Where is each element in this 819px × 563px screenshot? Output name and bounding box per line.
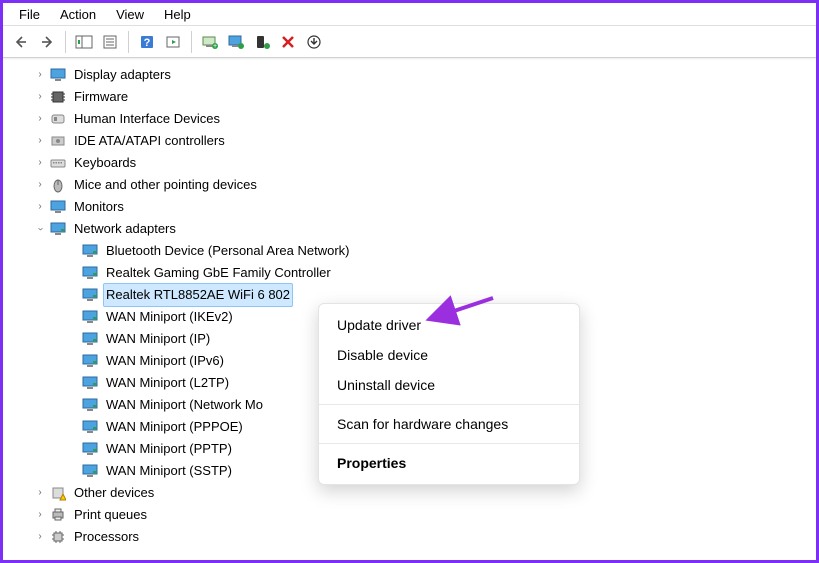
context-divider: [319, 443, 579, 444]
install-legacy-toolbar-button[interactable]: [302, 30, 326, 54]
tree-label: Network adapters: [71, 217, 179, 241]
tree-label: WAN Miniport (PPTP): [103, 437, 235, 461]
help-toolbar-button[interactable]: ?: [135, 30, 159, 54]
action-toolbar-button[interactable]: [161, 30, 185, 54]
tree-label: Display adapters: [71, 63, 174, 87]
chevron-right-icon: ›: [33, 130, 47, 152]
svg-text:?: ?: [144, 37, 151, 49]
tree-item-firmware[interactable]: › Firmware: [9, 86, 816, 108]
tree-item-network-adapters[interactable]: › Network adapters: [9, 218, 816, 240]
network-adapter-icon: [81, 264, 99, 282]
tree-label: WAN Miniport (Network Mo: [103, 393, 266, 417]
context-uninstall-device[interactable]: Uninstall device: [319, 370, 579, 400]
network-adapter-icon: [81, 242, 99, 260]
chevron-down-icon: ›: [29, 222, 51, 236]
network-adapter-icon: [81, 286, 99, 304]
tree-label: Bluetooth Device (Personal Area Network): [103, 239, 353, 263]
network-adapter-icon: [81, 440, 99, 458]
tree-item-ide[interactable]: › IDE ATA/ATAPI controllers: [9, 130, 816, 152]
tree-label: Other devices: [71, 481, 157, 505]
network-adapter-icon: [81, 418, 99, 436]
tree-item-monitors[interactable]: › Monitors: [9, 196, 816, 218]
chevron-right-icon: ›: [33, 64, 47, 86]
chevron-right-icon: ›: [33, 86, 47, 108]
tree-label: Realtek RTL8852AE WiFi 6 802: [103, 283, 293, 307]
show-hide-tree-button[interactable]: [72, 30, 96, 54]
network-icon: [49, 220, 67, 238]
scan-hardware-toolbar-button[interactable]: [224, 30, 248, 54]
network-adapter-icon: [81, 396, 99, 414]
keyboard-icon: [49, 154, 67, 172]
context-scan-hardware[interactable]: Scan for hardware changes: [319, 409, 579, 439]
tree-label: WAN Miniport (IPv6): [103, 349, 227, 373]
tree-label: Firmware: [71, 85, 131, 109]
chevron-right-icon: ›: [33, 504, 47, 526]
monitor-icon: [49, 198, 67, 216]
tree-label: Mice and other pointing devices: [71, 173, 260, 197]
tree-item-mice[interactable]: › Mice and other pointing devices: [9, 174, 816, 196]
chip-icon: [49, 88, 67, 106]
warning-icon: [49, 484, 67, 502]
tree-item-processors[interactable]: › Processors: [9, 526, 816, 548]
tree-label: Human Interface Devices: [71, 107, 223, 131]
context-divider: [319, 404, 579, 405]
tree-label: WAN Miniport (SSTP): [103, 459, 235, 483]
disable-device-toolbar-button[interactable]: [276, 30, 300, 54]
menu-action[interactable]: Action: [50, 5, 106, 24]
tree-label: WAN Miniport (L2TP): [103, 371, 232, 395]
properties-toolbar-button[interactable]: [98, 30, 122, 54]
menu-file[interactable]: File: [9, 5, 50, 24]
toolbar: ? +: [3, 26, 816, 58]
network-adapter-icon: [81, 374, 99, 392]
menu-help[interactable]: Help: [154, 5, 201, 24]
svg-text:+: +: [213, 43, 217, 50]
tree-item-hid[interactable]: › Human Interface Devices: [9, 108, 816, 130]
tree-label: IDE ATA/ATAPI controllers: [71, 129, 228, 153]
context-properties[interactable]: Properties: [319, 448, 579, 478]
context-menu: Update driver Disable device Uninstall d…: [318, 303, 580, 485]
network-adapter-icon: [81, 308, 99, 326]
tree-label: Processors: [71, 525, 142, 549]
network-adapter-icon: [81, 462, 99, 480]
toolbar-separator: [191, 31, 192, 53]
update-driver-toolbar-button[interactable]: +: [198, 30, 222, 54]
menu-bar: File Action View Help: [3, 3, 816, 26]
tree-item-display-adapters[interactable]: › Display adapters: [9, 64, 816, 86]
tree-label: WAN Miniport (IKEv2): [103, 305, 236, 329]
chevron-right-icon: ›: [33, 482, 47, 504]
tree-item-keyboards[interactable]: › Keyboards: [9, 152, 816, 174]
tree-item-print-queues[interactable]: › Print queues: [9, 504, 816, 526]
printer-icon: [49, 506, 67, 524]
toolbar-separator: [65, 31, 66, 53]
monitor-icon: [49, 66, 67, 84]
cpu-icon: [49, 528, 67, 546]
tree-label: WAN Miniport (IP): [103, 327, 213, 351]
tree-item-bluetooth-device[interactable]: Bluetooth Device (Personal Area Network): [9, 240, 816, 262]
chevron-right-icon: ›: [33, 152, 47, 174]
chevron-right-icon: ›: [33, 196, 47, 218]
drive-icon: [49, 132, 67, 150]
toolbar-separator: [128, 31, 129, 53]
tree-item-other-devices[interactable]: › Other devices: [9, 482, 816, 504]
menu-view[interactable]: View: [106, 5, 154, 24]
uninstall-device-toolbar-button[interactable]: [250, 30, 274, 54]
chevron-right-icon: ›: [33, 174, 47, 196]
hid-icon: [49, 110, 67, 128]
tree-label: Realtek Gaming GbE Family Controller: [103, 261, 334, 285]
chevron-right-icon: ›: [33, 526, 47, 548]
network-adapter-icon: [81, 352, 99, 370]
tree-label: Monitors: [71, 195, 127, 219]
tree-label: Keyboards: [71, 151, 139, 175]
forward-button[interactable]: [35, 30, 59, 54]
tree-item-realtek-gbe[interactable]: Realtek Gaming GbE Family Controller: [9, 262, 816, 284]
tree-label: WAN Miniport (PPPOE): [103, 415, 246, 439]
context-disable-device[interactable]: Disable device: [319, 340, 579, 370]
mouse-icon: [49, 176, 67, 194]
network-adapter-icon: [81, 330, 99, 348]
back-button[interactable]: [9, 30, 33, 54]
tree-label: Print queues: [71, 503, 150, 527]
context-update-driver[interactable]: Update driver: [319, 310, 579, 340]
chevron-right-icon: ›: [33, 108, 47, 130]
